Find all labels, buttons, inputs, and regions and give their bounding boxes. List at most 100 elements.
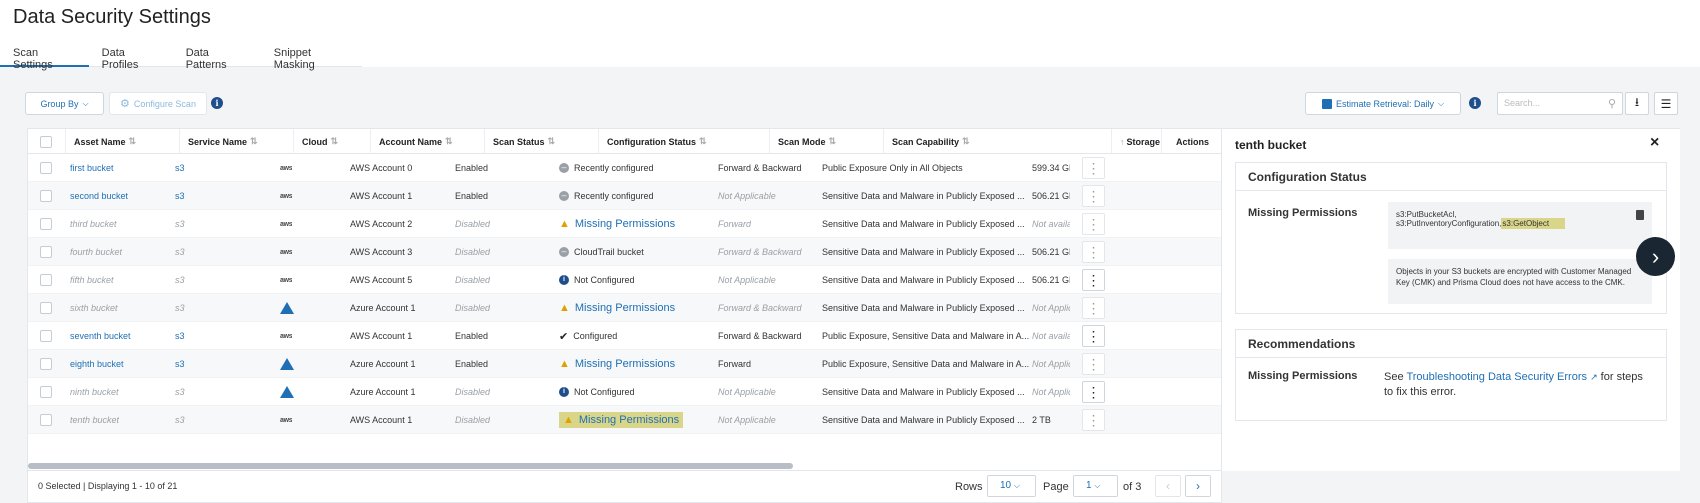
table-row[interactable]: first bucket s3 aws AWS Account 0 Enabled – Re… bbox=[28, 154, 1221, 182]
row-checkbox[interactable] bbox=[40, 162, 52, 174]
col-storage[interactable]: ↑ Storage bbox=[1112, 129, 1162, 154]
row-checkbox[interactable] bbox=[40, 218, 52, 230]
table-row[interactable]: fifth bucket s3 aws AWS Account 5 Disabled i N… bbox=[28, 266, 1221, 294]
troubleshooting-link[interactable]: Troubleshooting Data Security Errors bbox=[1406, 371, 1587, 383]
configuration-status-cell[interactable]: ▲ Missing Permissions bbox=[559, 350, 675, 378]
row-checkbox[interactable] bbox=[40, 414, 52, 426]
configuration-status-cell[interactable]: ▲ Missing Permissions bbox=[559, 294, 675, 322]
service-name-link[interactable]: s3 bbox=[175, 406, 185, 434]
download-button[interactable]: ⭳ bbox=[1625, 92, 1649, 115]
kebab-menu-button[interactable]: ⋮ bbox=[1082, 157, 1105, 179]
columns-button[interactable]: ☰ bbox=[1654, 92, 1678, 115]
service-name-link[interactable]: s3 bbox=[175, 378, 185, 406]
col-service-name[interactable]: Service Name ⇅ bbox=[180, 129, 294, 154]
col-asset-name[interactable]: Asset Name ⇅ bbox=[66, 129, 180, 154]
service-name-link[interactable]: s3 bbox=[175, 266, 185, 294]
prev-page-button[interactable]: ‹ bbox=[1155, 475, 1181, 497]
configuration-status-cell[interactable]: ▲ Missing Permissions bbox=[559, 210, 675, 238]
table-row[interactable]: ninth bucket s3 Azure Account 1 Disabled i No… bbox=[28, 378, 1221, 406]
kebab-menu-button[interactable]: ⋮ bbox=[1082, 213, 1105, 235]
row-select-cell bbox=[40, 182, 52, 210]
kebab-menu-button[interactable]: ⋮ bbox=[1082, 353, 1105, 375]
service-name-link[interactable]: s3 bbox=[175, 238, 185, 266]
asset-name-link[interactable]: sixth bucket bbox=[70, 294, 118, 322]
asset-name-link[interactable]: ninth bucket bbox=[70, 378, 119, 406]
row-checkbox[interactable] bbox=[40, 330, 52, 342]
col-scan-capability[interactable]: Scan Capability ⇅ bbox=[884, 129, 1112, 154]
service-name-link[interactable]: s3 bbox=[175, 182, 185, 210]
group-by-button[interactable]: Group By ⌵ bbox=[25, 92, 104, 115]
close-icon[interactable]: × bbox=[1650, 134, 1659, 152]
tab-data-profiles[interactable]: Data Profiles bbox=[89, 43, 173, 71]
missing-permissions-label: Missing Permissions bbox=[1248, 207, 1358, 219]
configuration-status-cell[interactable]: ▲ Missing Permissions bbox=[559, 406, 684, 434]
card-title: Configuration Status bbox=[1236, 163, 1666, 191]
row-checkbox[interactable] bbox=[40, 274, 52, 286]
table-row[interactable]: fourth bucket s3 aws AWS Account 3 Disabled –… bbox=[28, 238, 1221, 266]
row-checkbox[interactable] bbox=[40, 246, 52, 258]
rows-per-page-select[interactable]: 10 ⌵ bbox=[987, 475, 1036, 497]
asset-name-link[interactable]: second bucket bbox=[70, 182, 128, 210]
kebab-menu-button[interactable]: ⋮ bbox=[1082, 409, 1105, 431]
asset-name-link[interactable]: fourth bucket bbox=[70, 238, 122, 266]
scan-status: Disabled bbox=[455, 275, 491, 285]
configuration-status-card: Configuration Status Missing Permissions… bbox=[1235, 162, 1667, 314]
info-icon[interactable]: i bbox=[1469, 97, 1481, 109]
kebab-menu-button[interactable]: ⋮ bbox=[1082, 241, 1105, 263]
next-arrow-button[interactable]: › bbox=[1636, 237, 1675, 276]
tab-data-patterns[interactable]: Data Patterns bbox=[173, 43, 261, 71]
table-header: Asset Name ⇅ Service Name ⇅ Cloud ⇅ Account… bbox=[28, 129, 1221, 154]
kebab-menu-button[interactable]: ⋮ bbox=[1082, 381, 1105, 403]
search-input[interactable]: Search... ⚲ bbox=[1497, 92, 1623, 115]
service-name-link[interactable]: s3 bbox=[175, 322, 185, 350]
table-row[interactable]: second bucket s3 aws AWS Account 1 Enabled – R… bbox=[28, 182, 1221, 210]
service-name-link[interactable]: s3 bbox=[175, 350, 185, 378]
configuration-status: Missing Permissions bbox=[574, 358, 676, 370]
col-scan-status[interactable]: Scan Status ⇅ bbox=[485, 129, 599, 154]
table-row[interactable]: third bucket s3 aws AWS Account 2 Disabled ▲ M… bbox=[28, 210, 1221, 238]
configuration-status-wrap: ▲ Missing Permissions bbox=[559, 302, 675, 314]
sort-icon: ⇅ bbox=[445, 136, 453, 146]
info-icon[interactable]: i bbox=[211, 97, 223, 109]
row-checkbox[interactable] bbox=[40, 190, 52, 202]
page-title: Data Security Settings bbox=[13, 6, 211, 28]
asset-name-link[interactable]: tenth bucket bbox=[70, 406, 119, 434]
col-account-name[interactable]: Account Name ⇅ bbox=[371, 129, 485, 154]
tab-scan-settings[interactable]: Scan Settings bbox=[0, 43, 89, 71]
copy-icon[interactable] bbox=[1636, 210, 1644, 220]
row-checkbox[interactable] bbox=[40, 302, 52, 314]
storage: 506.21 GB bbox=[1032, 247, 1070, 257]
horizontal-scrollbar[interactable] bbox=[28, 463, 793, 469]
asset-name-link[interactable]: first bucket bbox=[70, 154, 114, 182]
service-name-link[interactable]: s3 bbox=[175, 294, 185, 322]
page-select[interactable]: 1 ⌵ bbox=[1073, 475, 1118, 497]
asset-name-link[interactable]: fifth bucket bbox=[70, 266, 114, 294]
more-vertical-icon: ⋮ bbox=[1086, 244, 1101, 260]
table-row[interactable]: eighth bucket s3 Azure Account 1 Enabled ▲ Mi… bbox=[28, 350, 1221, 378]
col-scan-mode[interactable]: Scan Mode ⇅ bbox=[770, 129, 884, 154]
kebab-menu-button[interactable]: ⋮ bbox=[1082, 297, 1105, 319]
table-row[interactable]: sixth bucket s3 Azure Account 1 Disabled ▲ Mi… bbox=[28, 294, 1221, 322]
estimate-retrieval-dropdown[interactable]: Estimate Retrieval: Daily ⌵ bbox=[1305, 92, 1461, 115]
storage: 506.21 GB bbox=[1032, 275, 1070, 285]
select-all-checkbox[interactable] bbox=[40, 135, 52, 148]
configure-scan-button[interactable]: ⚙ Configure Scan bbox=[109, 92, 207, 115]
row-checkbox[interactable] bbox=[40, 358, 52, 370]
kebab-menu-button[interactable]: ⋮ bbox=[1082, 325, 1105, 347]
col-label: Cloud bbox=[302, 136, 328, 147]
table-row[interactable]: seventh bucket s3 aws AWS Account 1 Enabled ✔… bbox=[28, 322, 1221, 350]
service-name-link[interactable]: s3 bbox=[175, 154, 185, 182]
asset-name-link[interactable]: seventh bucket bbox=[70, 322, 131, 350]
cloud-cell: aws bbox=[280, 238, 292, 266]
row-checkbox[interactable] bbox=[40, 386, 52, 398]
asset-name-link[interactable]: eighth bucket bbox=[70, 350, 124, 378]
asset-name-link[interactable]: third bucket bbox=[70, 210, 117, 238]
col-configuration-status[interactable]: Configuration Status ⇅ bbox=[599, 129, 770, 154]
col-cloud[interactable]: Cloud ⇅ bbox=[294, 129, 371, 154]
service-name-link[interactable]: s3 bbox=[175, 210, 185, 238]
tab-snippet-masking[interactable]: Snippet Masking bbox=[261, 43, 362, 71]
table-row[interactable]: tenth bucket s3 aws AWS Account 1 Disabled ▲ M… bbox=[28, 406, 1221, 434]
kebab-menu-button[interactable]: ⋮ bbox=[1082, 269, 1105, 291]
kebab-menu-button[interactable]: ⋮ bbox=[1082, 185, 1105, 207]
next-page-button[interactable]: › bbox=[1185, 475, 1211, 497]
